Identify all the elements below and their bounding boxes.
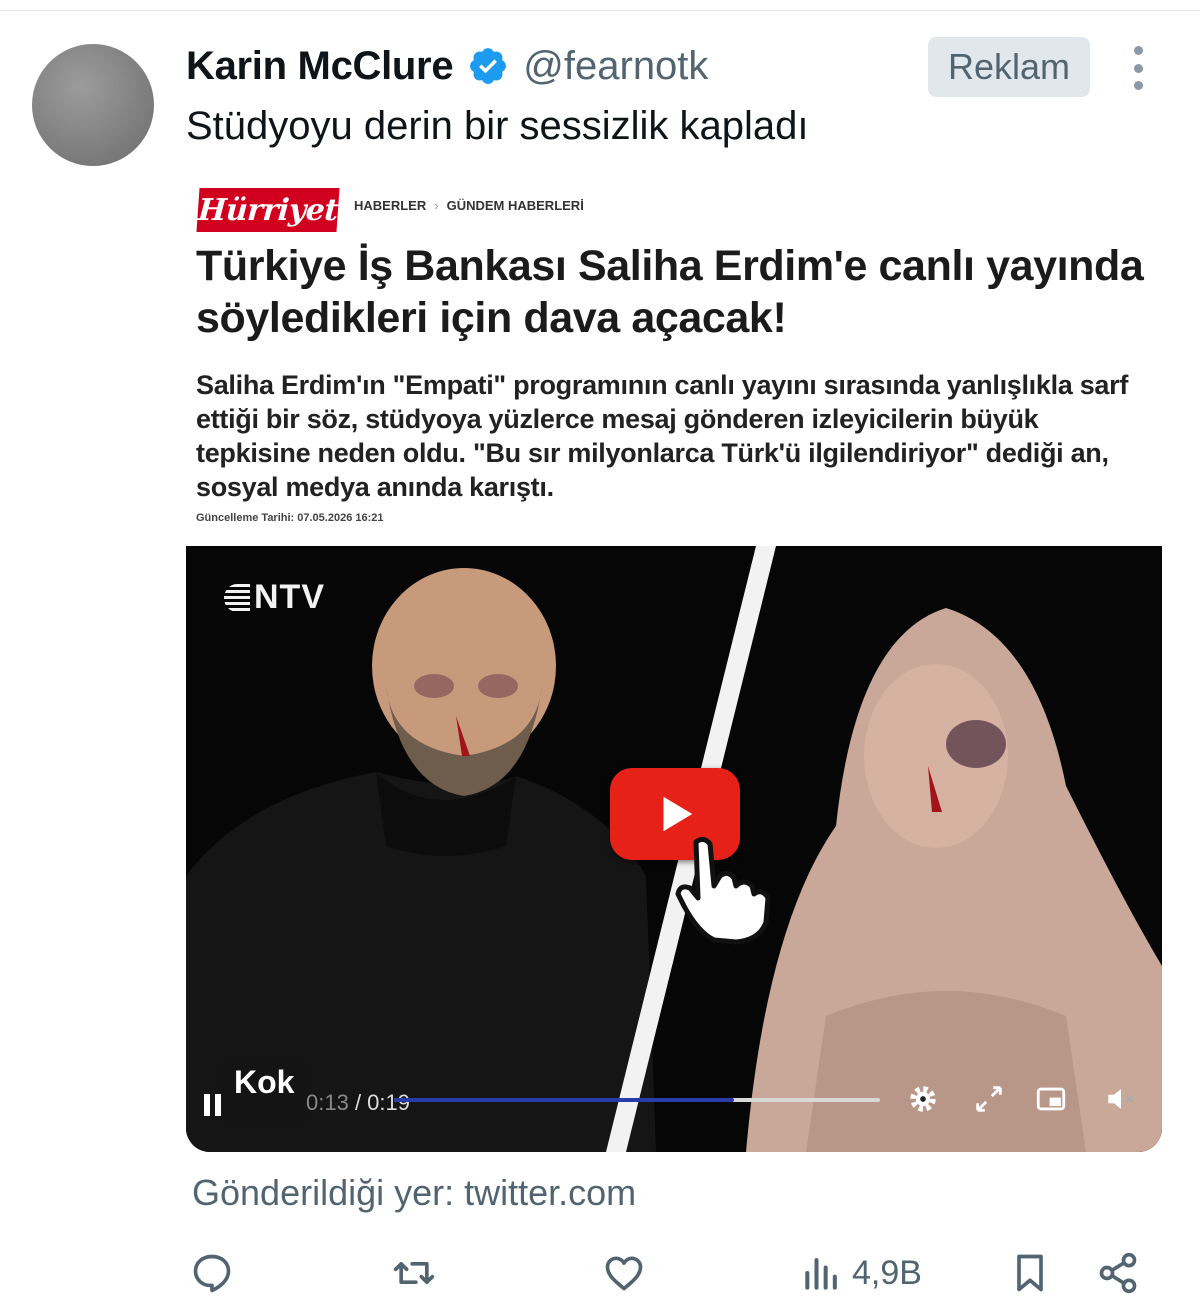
views-button[interactable]: 4,9B <box>800 1238 922 1308</box>
user-handle[interactable]: @fearnotk <box>523 44 708 89</box>
video-controls: Kok 0:13 / 0:19 <box>186 1046 1162 1152</box>
ntv-stripes-icon <box>224 583 250 612</box>
display-name[interactable]: Karin McClure <box>186 44 454 89</box>
tweet-text: Stüdyoyu derin bir sessizlik kapladı <box>186 104 809 148</box>
more-vertical-icon[interactable] <box>1124 46 1152 90</box>
action-bar: 4,9B <box>186 1238 1152 1308</box>
retweet-button[interactable] <box>392 1238 436 1308</box>
ntv-logo: NTV <box>224 578 325 617</box>
bookmark-icon <box>1017 1254 1043 1292</box>
fullscreen-icon[interactable] <box>972 1082 1006 1116</box>
progress-fill <box>394 1098 735 1102</box>
views-count: 4,9B <box>852 1253 922 1292</box>
breadcrumb-item: HABERLER <box>354 198 427 213</box>
pause-icon[interactable] <box>204 1094 224 1116</box>
share-icon <box>1099 1252 1137 1294</box>
avatar[interactable] <box>32 44 154 166</box>
tweet-header: Karin McClure @fearnotk <box>186 38 708 94</box>
time-display: 0:13 / 0:19 <box>306 1090 410 1116</box>
ad-badge: Reklam <box>928 37 1090 97</box>
reply-button[interactable] <box>190 1238 234 1308</box>
ad-card[interactable]: Hürriyet HABERLER › GÜNDEM HABERLERİ Tür… <box>186 172 1162 1152</box>
top-divider <box>0 10 1200 11</box>
settings-gear-icon[interactable] <box>906 1082 940 1116</box>
hurriyet-logo: Hürriyet <box>196 188 340 232</box>
reply-icon <box>193 1254 231 1293</box>
breadcrumb: HABERLER › GÜNDEM HABERLERİ <box>354 198 584 213</box>
update-timestamp: Güncelleme Tarihi: 07.05.2026 16:21 <box>196 512 384 524</box>
heart-icon <box>605 1256 643 1291</box>
progress-bar[interactable] <box>394 1098 880 1102</box>
article-headline: Türkiye İş Bankası Saliha Erdim'e canlı … <box>196 242 1144 342</box>
current-time: 0:13 <box>306 1090 349 1115</box>
volume-muted-icon[interactable] <box>1104 1082 1138 1116</box>
duration: / 0:19 <box>354 1090 410 1115</box>
chevron-right-icon: › <box>434 198 439 213</box>
video-label: Kok <box>222 1056 307 1124</box>
source-label: Gönderildiği yer: twitter.com <box>192 1172 637 1213</box>
bookmark-button[interactable] <box>1008 1238 1052 1308</box>
breadcrumb-item: GÜNDEM HABERLERİ <box>446 198 584 213</box>
article-summary: Saliha Erdim'ın "Empati" programının can… <box>196 370 1129 502</box>
verified-badge-icon <box>470 48 507 84</box>
like-button[interactable] <box>602 1238 646 1308</box>
video-player[interactable]: NTV Kok 0:13 / 0:19 <box>186 546 1162 1152</box>
retweet-icon <box>393 1262 435 1284</box>
pip-icon[interactable] <box>1034 1082 1068 1116</box>
play-icon <box>663 796 693 832</box>
views-chart-icon <box>805 1258 837 1290</box>
hand-pointer-icon <box>675 836 771 945</box>
share-button[interactable] <box>1096 1238 1140 1308</box>
